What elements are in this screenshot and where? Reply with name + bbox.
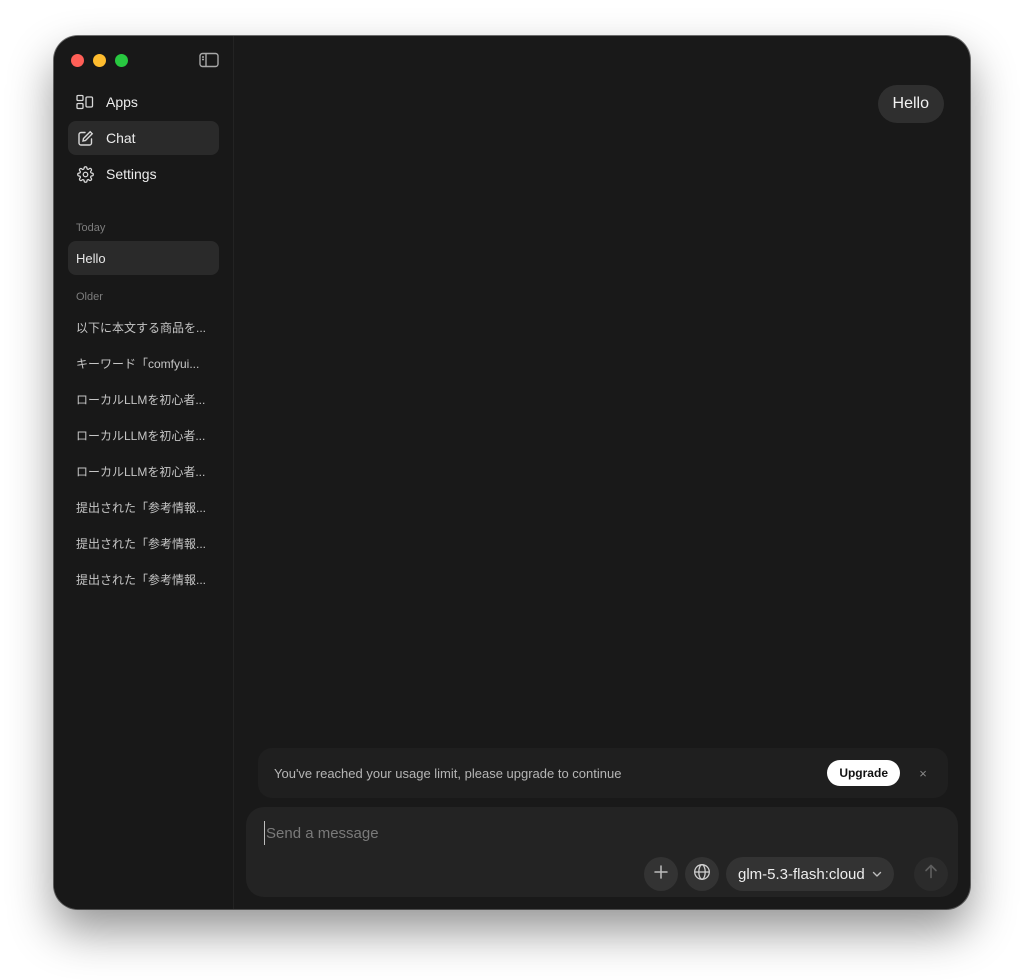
chat-history-title: 提出された「参考情報... (76, 572, 207, 587)
sidebar-item-label: Apps (106, 94, 138, 110)
plus-icon (654, 864, 668, 884)
sidebar-item-label: Settings (106, 166, 157, 182)
chat-history-title: ローカルLLMを初心者... (76, 392, 206, 407)
sidebar-item-settings[interactable]: Settings (68, 157, 219, 191)
chat-history-item[interactable]: キーワード「comfyui... (68, 346, 219, 380)
user-message-bubble: Hello (877, 85, 944, 123)
chat-history-item[interactable]: ローカルLLMを初心者... (68, 382, 219, 416)
close-window-button[interactable] (71, 54, 84, 67)
chat-area: Hello You've reached your usage limit, p… (234, 36, 970, 909)
upgrade-button[interactable]: Upgrade (827, 760, 900, 786)
window-controls (71, 54, 128, 67)
sidebar-toggle-icon[interactable] (199, 52, 221, 68)
chat-history-item[interactable]: ローカルLLMを初心者... (68, 418, 219, 452)
section-label-today: Today (76, 222, 106, 234)
globe-icon (693, 863, 711, 886)
sidebar-item-chat[interactable]: Chat (68, 121, 219, 155)
chat-history-title: 以下に本文する商品を... (76, 320, 207, 335)
model-selector[interactable]: glm-5.3-flash:cloud (726, 857, 894, 891)
gear-icon (76, 165, 94, 183)
chevron-down-icon (872, 871, 882, 878)
chat-history-item[interactable]: 以下に本文する商品を... (68, 310, 219, 344)
chat-history-title: ローカルLLMを初心者... (76, 464, 206, 479)
arrow-up-icon (924, 864, 938, 884)
chat-history-item[interactable]: 提出された「参考情報... (68, 490, 219, 524)
new-chat-icon (76, 129, 94, 147)
minimize-window-button[interactable] (93, 54, 106, 67)
apps-icon (76, 93, 94, 111)
usage-limit-banner: You've reached your usage limit, please … (258, 748, 948, 798)
chat-history-title: 提出された「参考情報... (76, 536, 207, 551)
sidebar-nav: Apps Chat Settings (68, 85, 219, 193)
message-input[interactable] (264, 821, 864, 845)
sidebar-item-apps[interactable]: Apps (68, 85, 219, 119)
section-label-older: Older (76, 291, 103, 303)
model-name: glm-5.3-flash:cloud (738, 865, 865, 883)
message-composer: glm-5.3-flash:cloud (246, 807, 958, 897)
close-icon[interactable]: × (916, 766, 930, 781)
chat-history-title: Hello (76, 250, 106, 266)
add-attachment-button[interactable] (644, 857, 678, 891)
sidebar-item-label: Chat (106, 130, 136, 146)
chat-history-title: 提出された「参考情報... (76, 500, 207, 515)
banner-text: You've reached your usage limit, please … (274, 765, 622, 781)
sidebar: Apps Chat Settings Today Hello Older 以下に… (54, 36, 234, 909)
zoom-window-button[interactable] (115, 54, 128, 67)
chat-history-title: キーワード「comfyui... (76, 356, 200, 371)
chat-history-item[interactable]: 提出された「参考情報... (68, 526, 219, 560)
chat-history-item[interactable]: ローカルLLMを初心者... (68, 454, 219, 488)
web-search-button[interactable] (685, 857, 719, 891)
app-window: Apps Chat Settings Today Hello Older 以下に… (54, 36, 970, 909)
send-button[interactable] (914, 857, 948, 891)
chat-history-title: ローカルLLMを初心者... (76, 428, 206, 443)
chat-history-item[interactable]: Hello (68, 241, 219, 275)
chat-history-item[interactable]: 提出された「参考情報... (68, 562, 219, 596)
